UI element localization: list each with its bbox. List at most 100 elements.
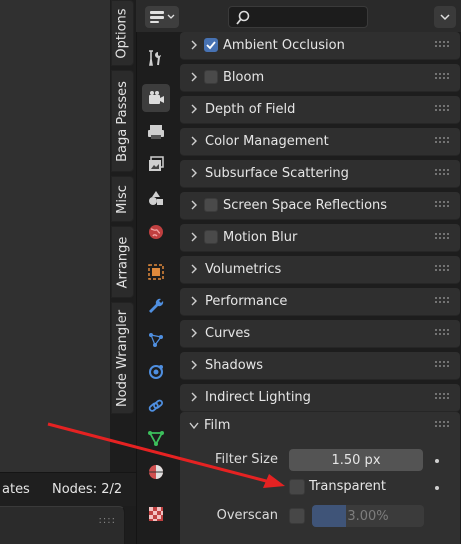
output-icon[interactable] — [142, 118, 170, 146]
chevron-right-icon — [191, 40, 197, 50]
properties-editor-icon — [150, 11, 164, 23]
filter-size-field[interactable]: 1.50 px — [289, 449, 423, 471]
drag-grip-icon[interactable] — [434, 420, 450, 430]
panel-color-management[interactable]: Color Management — [180, 128, 460, 156]
drag-grip-icon[interactable] — [434, 72, 450, 82]
tab-arrange[interactable]: Arrange — [111, 226, 134, 298]
world-icon[interactable] — [142, 218, 170, 246]
drag-grip-icon[interactable] — [434, 104, 450, 114]
chevron-right-icon — [191, 392, 197, 402]
node-editor-canvas[interactable] — [0, 0, 110, 472]
panel-title: Motion Blur — [223, 230, 298, 245]
panel-title: Performance — [205, 294, 288, 309]
panel-shadows[interactable]: Shadows — [180, 352, 460, 380]
tab-arrange-label: Arrange — [115, 236, 130, 288]
constraints-icon[interactable] — [142, 392, 170, 420]
panel-title: Indirect Lighting — [205, 390, 311, 405]
panel-title: Subsurface Scattering — [205, 166, 349, 181]
search-icon — [236, 10, 250, 25]
physics-icon[interactable] — [142, 358, 170, 386]
tab-misc-label: Misc — [115, 184, 130, 214]
panel-performance[interactable]: Performance — [180, 288, 460, 316]
animate-property-dot[interactable] — [435, 486, 439, 490]
data-icon[interactable] — [142, 424, 170, 452]
panel-title: Ambient Occlusion — [223, 38, 345, 53]
panel-enable-checkbox[interactable] — [204, 70, 218, 84]
transparent-label[interactable]: Transparent — [309, 479, 386, 494]
chevron-right-icon — [191, 232, 197, 242]
drag-grip-icon[interactable] — [434, 232, 450, 242]
panel-subsurface-scattering[interactable]: Subsurface Scattering — [180, 160, 460, 188]
overscan-value: 3.00% — [347, 508, 389, 524]
drag-grip-icon[interactable] — [434, 40, 450, 50]
panel-title: Color Management — [205, 134, 329, 149]
overscan-label: Overscan — [216, 508, 278, 523]
blender-window: ates Nodes: 2/2 :::: Options Baga Passes… — [0, 0, 461, 544]
editor-type-dropdown[interactable] — [145, 6, 179, 28]
drag-grip-icon[interactable] — [434, 200, 450, 210]
status-text-fragment: ates — [2, 482, 30, 497]
tab-baga-passes-label: Baga Passes — [115, 80, 130, 162]
chevron-right-icon — [191, 72, 197, 82]
tab-misc[interactable]: Misc — [111, 176, 134, 222]
filter-size-label: Filter Size — [214, 452, 278, 467]
view-layer-icon[interactable] — [142, 150, 170, 178]
panel-volumetrics[interactable]: Volumetrics — [180, 256, 460, 284]
modifier-icon[interactable] — [142, 292, 170, 320]
object-icon[interactable] — [142, 258, 170, 286]
panel-motion-blur[interactable]: Motion Blur — [180, 224, 460, 252]
node-editor-bottom-panel: :::: — [0, 506, 125, 544]
drag-grip-icon[interactable] — [434, 392, 450, 402]
tab-options-label: Options — [115, 7, 131, 59]
overscan-checkbox[interactable] — [289, 508, 305, 524]
chevron-right-icon — [191, 264, 197, 274]
transparent-checkbox[interactable] — [289, 479, 305, 495]
drag-grip-icon[interactable] — [434, 360, 450, 370]
panel-enable-checkbox[interactable] — [204, 230, 218, 244]
options-dropdown-button[interactable] — [434, 6, 456, 28]
chevron-right-icon — [191, 360, 197, 370]
overscan-slider[interactable]: 3.00% — [312, 505, 424, 527]
chevron-right-icon — [191, 168, 197, 178]
panel-indirect-lighting[interactable]: Indirect Lighting — [180, 384, 460, 412]
drag-grip-icon[interactable] — [434, 264, 450, 274]
panel-title: Curves — [205, 326, 251, 341]
film-panel-header[interactable]: Film — [180, 412, 460, 440]
scene-icon[interactable] — [142, 184, 170, 212]
node-editor-status-bar: ates Nodes: 2/2 — [0, 472, 136, 506]
overscan-slider-fill — [312, 505, 346, 527]
render-icon[interactable] — [142, 84, 170, 112]
panel-enable-checkbox[interactable] — [204, 38, 218, 52]
tab-node-wrangler-label: Node Wrangler — [115, 309, 130, 407]
film-panel-title: Film — [204, 418, 231, 433]
sidebar-tab-strip: Options Baga Passes Misc Arrange Node Wr… — [110, 0, 136, 472]
particles-icon[interactable] — [142, 326, 170, 354]
tab-baga-passes[interactable]: Baga Passes — [111, 70, 134, 172]
tab-node-wrangler[interactable]: Node Wrangler — [111, 302, 134, 414]
drag-grip-icon[interactable]: :::: — [99, 515, 116, 526]
drag-grip-icon[interactable] — [434, 136, 450, 146]
tab-options[interactable]: Options — [111, 0, 134, 66]
drag-grip-icon[interactable] — [434, 328, 450, 338]
texture-icon[interactable] — [142, 500, 170, 528]
panel-screen-space-reflections[interactable]: Screen Space Reflections — [180, 192, 460, 220]
panel-enable-checkbox[interactable] — [204, 198, 218, 212]
material-icon[interactable] — [142, 458, 170, 486]
chevron-right-icon — [191, 296, 197, 306]
drag-grip-icon[interactable] — [434, 296, 450, 306]
chevron-right-icon — [191, 136, 197, 146]
properties-header — [136, 0, 461, 32]
animate-property-dot[interactable] — [435, 459, 439, 463]
panel-depth-of-field[interactable]: Depth of Field — [180, 96, 460, 124]
panel-bloom[interactable]: Bloom — [180, 64, 460, 92]
chevron-right-icon — [191, 104, 197, 114]
search-input[interactable] — [228, 6, 368, 28]
panel-ambient-occlusion[interactable]: Ambient Occlusion — [180, 32, 460, 60]
node-count-text: Nodes: 2/2 — [52, 482, 123, 497]
panel-title: Bloom — [223, 70, 265, 85]
tool-icon[interactable] — [142, 44, 170, 72]
panel-curves[interactable]: Curves — [180, 320, 460, 348]
properties-tab-column — [136, 0, 174, 544]
drag-grip-icon[interactable] — [434, 168, 450, 178]
chevron-right-icon — [191, 328, 197, 338]
